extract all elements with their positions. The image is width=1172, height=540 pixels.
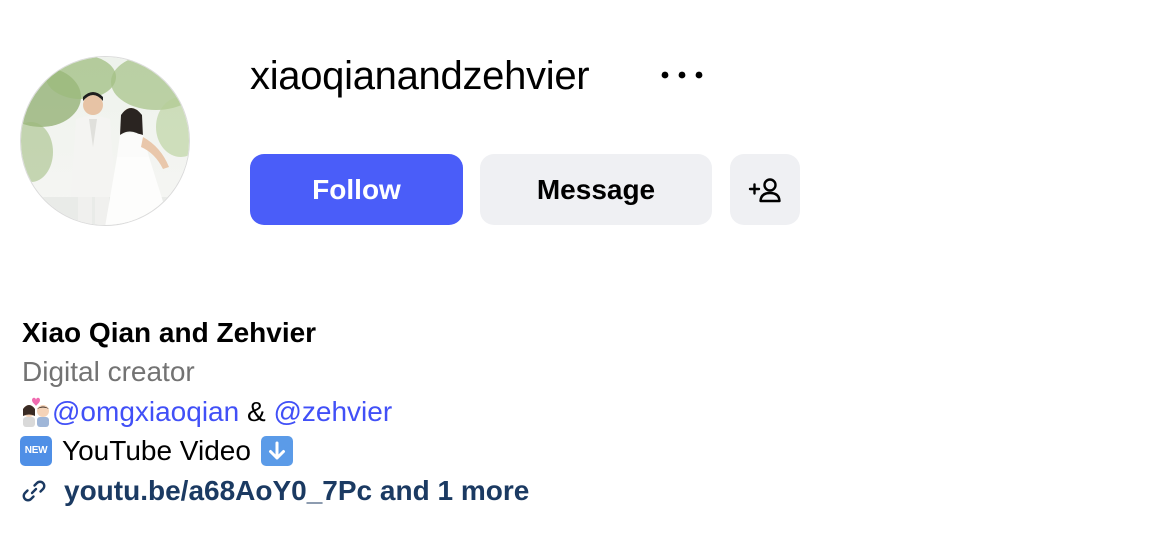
profile-full-name: Xiao Qian and Zehvier xyxy=(22,317,317,348)
more-options-button[interactable] xyxy=(654,58,710,92)
bio-line-youtube: NEW YouTube Video xyxy=(20,432,293,470)
message-button[interactable]: Message xyxy=(480,154,712,225)
external-link[interactable]: youtu.be/a68AoY0_7Pc and 1 more xyxy=(20,472,529,510)
profile-category: Digital creator xyxy=(22,356,195,387)
similar-accounts-button[interactable] xyxy=(730,154,800,225)
message-button-label: Message xyxy=(536,173,656,205)
more-horizontal-icon xyxy=(661,71,703,79)
add-person-icon xyxy=(748,177,781,202)
external-link-text[interactable]: youtu.be/a68AoY0_7Pc and 1 more xyxy=(64,472,529,510)
down-arrow-button-icon xyxy=(260,436,293,466)
mention-link-1[interactable]: @omgxiaoqian xyxy=(52,393,239,431)
mention-separator: & xyxy=(246,396,266,427)
bio-youtube-text: YouTube Video xyxy=(62,435,251,466)
follow-button[interactable]: Follow xyxy=(250,154,463,225)
avatar-photo xyxy=(21,57,189,225)
couple-with-heart-emoji xyxy=(20,396,52,428)
link-icon xyxy=(20,477,48,505)
profile-avatar[interactable] xyxy=(20,56,190,226)
profile-username: xiaoqianandzehvier xyxy=(250,54,590,98)
mention-link-2[interactable]: @zehvier xyxy=(273,393,392,431)
profile-page: xiaoqianandzehvier Follow Message Xiao Q… xyxy=(0,0,1172,540)
bio-line-mentions: @omgxiaoqian & @zehvier xyxy=(20,393,392,431)
new-badge-emoji: NEW xyxy=(20,436,52,466)
follow-button-label: Follow xyxy=(312,173,401,205)
